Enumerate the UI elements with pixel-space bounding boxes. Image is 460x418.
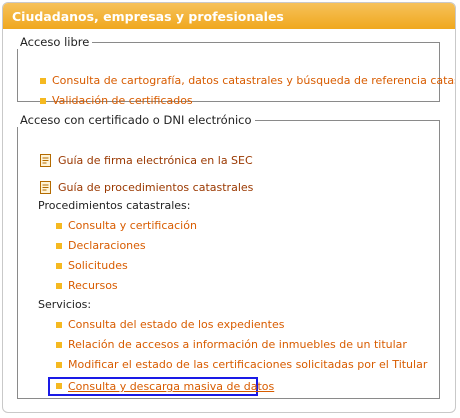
link-solicitudes[interactable]: Solicitudes — [68, 259, 128, 272]
link-relacion-accesos[interactable]: Relación de accesos a información de inm… — [68, 338, 407, 351]
document-icon — [40, 181, 51, 194]
link-consulta-descarga-masiva[interactable]: Consulta y descarga masiva de datos — [68, 380, 274, 393]
document-icon — [40, 154, 51, 167]
bullet-icon — [56, 243, 62, 249]
bullet-icon — [56, 342, 62, 348]
bullet-icon — [56, 383, 62, 389]
bullet-icon — [56, 263, 62, 269]
bullet-icon — [40, 98, 46, 104]
ciudadanos-panel: Ciudadanos, empresas y profesionales Acc… — [2, 2, 456, 413]
panel-title: Ciudadanos, empresas y profesionales — [3, 3, 455, 29]
link-validacion-certificados[interactable]: Validación de certificados — [52, 94, 193, 107]
link-modificar-estado-certificaciones[interactable]: Modificar el estado de las certificacion… — [68, 358, 427, 371]
bullet-icon — [56, 223, 62, 229]
selected-link-focus-box[interactable]: Consulta y descarga masiva de datos — [48, 377, 274, 396]
acceso-libre-legend: Acceso libre — [20, 35, 90, 49]
acceso-libre-section: Acceso libre Consulta de cartografía, da… — [17, 35, 455, 107]
bullet-icon — [56, 362, 62, 368]
bullet-icon — [40, 78, 46, 84]
link-recursos[interactable]: Recursos — [68, 279, 118, 292]
bullet-icon — [56, 322, 62, 328]
link-consulta-cartografia[interactable]: Consulta de cartografía, datos catastral… — [52, 74, 455, 87]
acceso-certificado-section: Acceso con certificado o DNI electrónico… — [17, 113, 440, 399]
procedimientos-heading: Procedimientos catastrales: — [38, 199, 191, 212]
link-consulta-certificacion[interactable]: Consulta y certificación — [68, 219, 197, 232]
bullet-icon — [56, 283, 62, 289]
link-guia-procedimientos[interactable]: Guía de procedimientos catastrales — [58, 181, 253, 194]
link-declaraciones[interactable]: Declaraciones — [68, 239, 146, 252]
acceso-certificado-legend: Acceso con certificado o DNI electrónico — [20, 113, 252, 127]
link-estado-expedientes[interactable]: Consulta del estado de los expedientes — [68, 318, 284, 331]
servicios-heading: Servicios: — [38, 298, 92, 311]
link-guia-firma-electronica[interactable]: Guía de firma electrónica en la SEC — [58, 154, 253, 167]
